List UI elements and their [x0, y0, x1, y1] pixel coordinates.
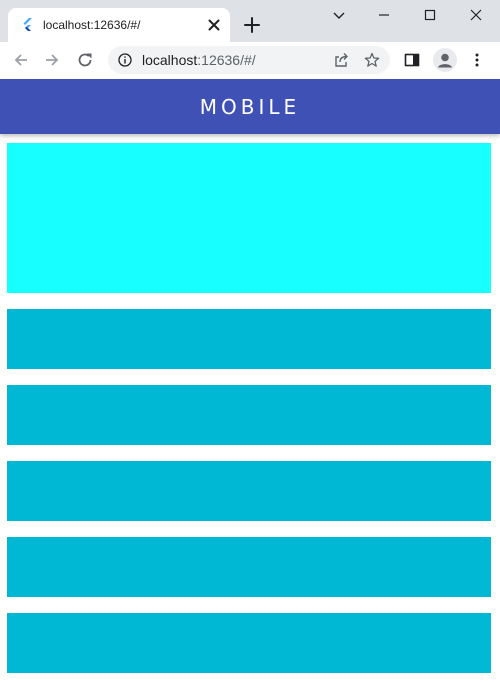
list-tile — [7, 537, 491, 597]
browser-window: localhost:12636/#/ localhost:12636/#/ MO… — [0, 0, 500, 682]
tab-title: localhost:12636/#/ — [43, 18, 141, 32]
plus-icon[interactable] — [242, 15, 262, 35]
url-host: localhost — [142, 52, 198, 68]
chevron-down-icon — [333, 12, 345, 19]
minimize-button[interactable] — [361, 0, 407, 30]
url-text[interactable]: localhost:12636/#/ — [142, 52, 256, 68]
list-tile — [7, 309, 491, 369]
tab-search-button[interactable] — [316, 0, 362, 30]
url-path: :12636/#/ — [197, 52, 256, 68]
avatar-icon — [438, 53, 452, 68]
app-bar: MOBILE — [0, 79, 500, 134]
app-title: MOBILE — [199, 94, 301, 119]
star-icon[interactable] — [364, 52, 380, 68]
active-tab[interactable]: localhost:12636/#/ — [8, 8, 230, 42]
maximize-icon — [424, 9, 436, 21]
minimize-icon — [379, 14, 389, 16]
tab-strip: localhost:12636/#/ — [0, 0, 500, 42]
reload-icon — [78, 53, 92, 67]
share-icon[interactable] — [333, 52, 349, 68]
close-icon[interactable] — [205, 16, 223, 34]
side-panel-icon — [404, 53, 420, 67]
list-tile — [7, 613, 491, 673]
browser-menu-button[interactable] — [467, 50, 487, 70]
reload-button[interactable] — [75, 50, 95, 70]
hero-block — [7, 143, 491, 293]
info-icon[interactable] — [118, 53, 132, 67]
arrow-right-icon — [46, 54, 59, 66]
list-tile — [7, 385, 491, 445]
arrow-left-icon — [14, 54, 27, 66]
page-viewport: MOBILE — [0, 79, 500, 682]
back-button[interactable] — [11, 50, 31, 70]
close-window-button[interactable] — [453, 0, 499, 30]
side-panel-button[interactable] — [402, 50, 422, 70]
forward-button[interactable] — [42, 50, 62, 70]
profile-button[interactable] — [433, 48, 457, 72]
browser-toolbar: localhost:12636/#/ — [0, 42, 500, 78]
maximize-button[interactable] — [407, 0, 453, 30]
list-tile — [7, 461, 491, 521]
flutter-icon — [23, 18, 32, 31]
close-window-icon — [470, 9, 482, 21]
kebab-menu-icon — [475, 53, 479, 67]
address-bar[interactable]: localhost:12636/#/ — [108, 46, 390, 74]
